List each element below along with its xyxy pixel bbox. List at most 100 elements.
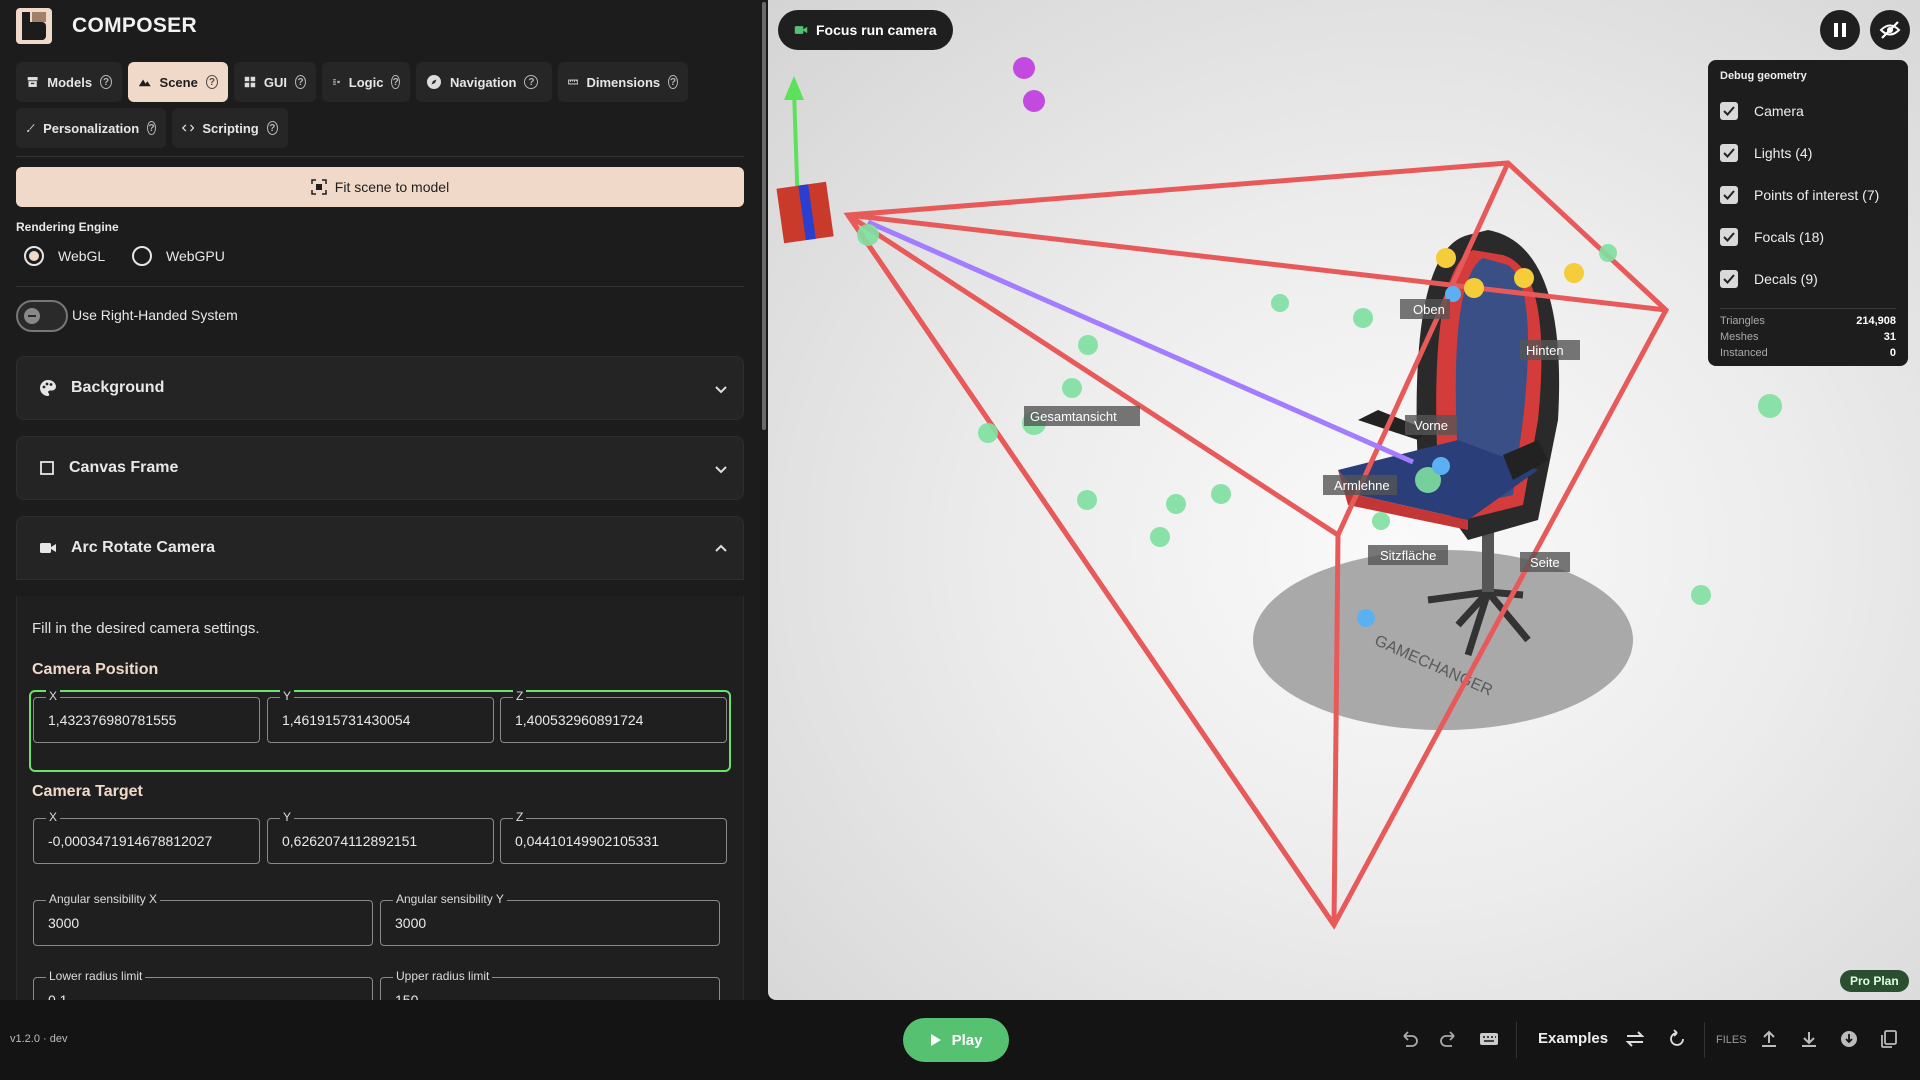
target-z-input[interactable] <box>515 819 720 863</box>
checkbox-label: Points of interest (7) <box>1754 187 1880 203</box>
download-icon <box>1802 1032 1816 1047</box>
accordion-background[interactable]: Background <box>16 356 744 420</box>
accordion-arc-rotate-camera[interactable]: Arc Rotate Camera <box>16 516 744 580</box>
keyboard-icon <box>1480 1033 1498 1045</box>
panel-scrollbar[interactable] <box>760 0 768 1000</box>
tab-dimensions[interactable]: Dimensions ? <box>558 62 688 102</box>
help-icon[interactable]: ? <box>295 75 306 89</box>
position-z-field[interactable]: Z <box>500 689 727 743</box>
tab-models[interactable]: Models ? <box>16 62 122 102</box>
checkbox-label: Lights (4) <box>1754 145 1813 161</box>
play-button[interactable]: Play <box>903 1018 1009 1062</box>
eye-off-icon <box>1879 21 1901 39</box>
scene-stats: Triangles 214,908 Meshes 31 Instanced 0 <box>1720 308 1896 363</box>
undo-button[interactable] <box>1398 1028 1420 1050</box>
version-label: v1.2.0 · dev <box>10 1033 68 1045</box>
position-y-field[interactable]: Y <box>267 689 494 743</box>
debug-checkbox-poi[interactable]: Points of interest (7) <box>1720 174 1896 216</box>
debug-checkbox-lights[interactable]: Lights (4) <box>1720 132 1896 174</box>
angular-sensibility-y-input[interactable] <box>395 901 713 945</box>
accordion-canvas-frame[interactable]: Canvas Frame <box>16 436 744 500</box>
target-z-field[interactable]: Z <box>500 810 727 864</box>
debug-checkbox-focals[interactable]: Focals (18) <box>1720 216 1896 258</box>
angular-sensibility-y-field[interactable]: Angular sensibility Y <box>380 892 720 946</box>
tab-scripting[interactable]: Scripting ? <box>172 108 288 148</box>
palette-icon <box>40 380 56 396</box>
poi-label-oben: Oben <box>1413 302 1445 317</box>
tab-personalization[interactable]: Personalization ? <box>16 108 166 148</box>
keyboard-button[interactable] <box>1478 1028 1500 1050</box>
poi-label-seite: Seite <box>1530 555 1560 570</box>
target-y-input[interactable] <box>282 819 487 863</box>
grid-icon <box>244 76 256 88</box>
tab-label: Dimensions <box>586 74 661 90</box>
tab-scene[interactable]: Scene ? <box>128 62 228 102</box>
upload-button[interactable] <box>1758 1028 1780 1050</box>
stat-triangles: Triangles 214,908 <box>1720 315 1896 327</box>
help-icon[interactable]: ? <box>266 121 278 135</box>
video-camera-icon <box>794 26 808 34</box>
checkbox-checked-icon <box>1720 102 1738 120</box>
download-button[interactable] <box>1798 1028 1820 1050</box>
tab-navigation[interactable]: Navigation ? <box>416 62 552 102</box>
help-icon[interactable]: ? <box>391 75 400 89</box>
help-icon[interactable]: ? <box>524 75 539 89</box>
camera-help-text: Fill in the desired camera settings. <box>32 620 260 637</box>
radio-label: WebGPU <box>166 248 225 264</box>
separator <box>1704 1022 1705 1058</box>
y-axis-arrow <box>784 76 804 100</box>
examples-button[interactable]: Examples <box>1538 1030 1608 1047</box>
tab-gui[interactable]: GUI ? <box>234 62 316 102</box>
pause-button[interactable] <box>1820 10 1860 50</box>
rendering-engine-label: Rendering Engine <box>16 220 119 234</box>
target-x-field[interactable]: X <box>33 810 260 864</box>
3d-viewport[interactable]: GAMECHANGER Oben Hinten Gesamtansicht Vo… <box>768 0 1920 1000</box>
debug-checkbox-camera[interactable]: Camera <box>1720 90 1896 132</box>
position-y-input[interactable] <box>282 698 487 742</box>
lower-radius-field[interactable]: Lower radius limit <box>33 969 373 1000</box>
lower-radius-input[interactable] <box>48 978 366 1000</box>
pro-plan-badge[interactable]: Pro Plan <box>1840 970 1909 992</box>
right-handed-toggle[interactable] <box>16 300 68 332</box>
brush-icon <box>27 124 35 132</box>
toggle-visibility-button[interactable] <box>1870 10 1910 50</box>
pause-icon <box>1834 23 1846 37</box>
stat-meshes: Meshes 31 <box>1720 331 1896 343</box>
angular-sensibility-x-input[interactable] <box>48 901 366 945</box>
poi-label-hinten: Hinten <box>1526 343 1564 358</box>
position-x-field[interactable]: X <box>33 689 260 743</box>
tab-logic[interactable]: Logic ? <box>322 62 410 102</box>
target-y-field[interactable]: Y <box>267 810 494 864</box>
position-z-input[interactable] <box>515 698 720 742</box>
upper-radius-field[interactable]: Upper radius limit <box>380 969 720 1000</box>
accordion-title: Background <box>71 379 165 396</box>
angular-sensibility-x-field[interactable]: Angular sensibility X <box>33 892 373 946</box>
position-x-input[interactable] <box>48 698 253 742</box>
help-icon[interactable]: ? <box>100 75 112 89</box>
camera-target-title: Camera Target <box>32 783 143 800</box>
radio-webgpu[interactable]: WebGPU <box>132 246 225 266</box>
reset-button[interactable] <box>1666 1028 1688 1050</box>
checkbox-checked-icon <box>1720 144 1738 162</box>
tab-label: Logic <box>348 74 384 90</box>
target-x-input[interactable] <box>48 819 253 863</box>
debug-checkbox-decals[interactable]: Decals (9) <box>1720 258 1896 300</box>
radio-dot <box>132 246 152 266</box>
export-button[interactable] <box>1838 1028 1860 1050</box>
scrollbar-thumb[interactable] <box>762 2 766 430</box>
upper-radius-input[interactable] <box>395 978 713 1000</box>
refresh-icon <box>1670 1029 1684 1046</box>
focus-run-camera-label: Focus run camera <box>816 22 937 38</box>
swap-button[interactable] <box>1624 1028 1646 1050</box>
fit-scene-button[interactable]: Fit scene to model <box>16 167 744 207</box>
radio-webgl[interactable]: WebGL <box>24 246 105 266</box>
help-icon[interactable]: ? <box>205 75 218 89</box>
debug-geometry-panel: Debug geometry Camera Lights (4) Points … <box>1708 60 1908 366</box>
focus-run-camera-button[interactable]: Focus run camera <box>778 10 953 50</box>
help-icon[interactable]: ? <box>668 75 678 89</box>
copy-button[interactable] <box>1878 1028 1900 1050</box>
redo-button[interactable] <box>1438 1028 1460 1050</box>
help-icon[interactable]: ? <box>147 121 156 135</box>
settings-panel: COMPOSER Models ? Scene ? GUI ? Logic ? … <box>0 0 760 1000</box>
checkbox-label: Decals (9) <box>1754 271 1818 287</box>
